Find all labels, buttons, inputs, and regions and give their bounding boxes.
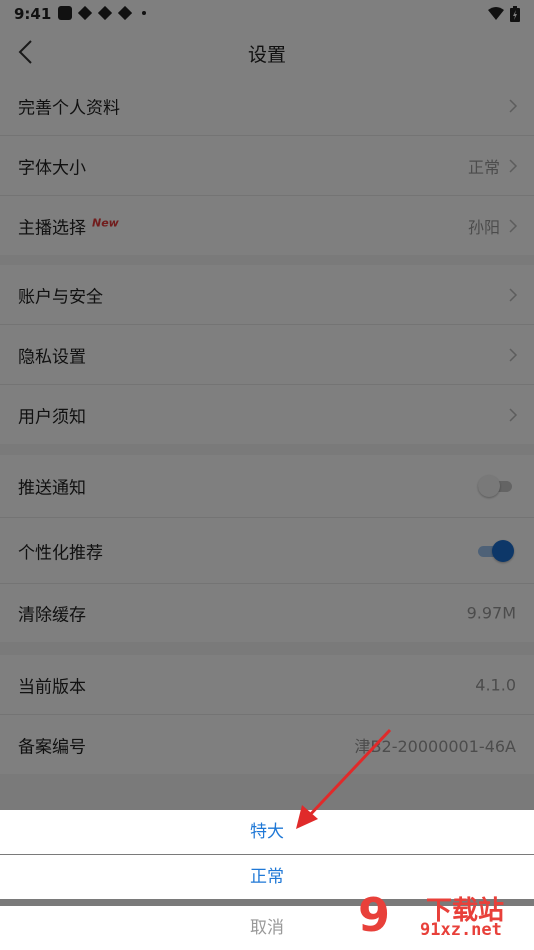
watermark-url: 91xz.net (420, 920, 502, 940)
watermark-logo: 9 下载站 91xz.net (358, 888, 528, 946)
annotation-arrow-icon (296, 728, 392, 829)
watermark-glyph: 9 (358, 888, 391, 942)
modal-overlay[interactable] (0, 0, 534, 950)
option-extra-large[interactable]: 特大 (0, 810, 534, 854)
